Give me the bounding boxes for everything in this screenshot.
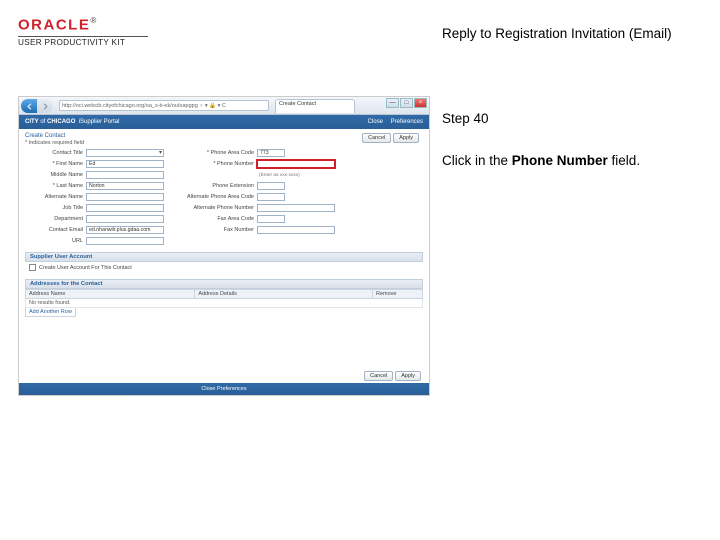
department-input[interactable] <box>86 215 164 223</box>
app-brand: CITY of CHICAGO iSupplier Portal <box>25 119 119 125</box>
lbl-fax: Fax Number <box>176 227 254 233</box>
back-button[interactable] <box>21 99 37 113</box>
brand-chicago: CHICAGO <box>47 119 75 125</box>
create-user-row: Create User Account For This Contact <box>25 262 423 273</box>
create-user-checkbox[interactable] <box>29 264 36 271</box>
lbl-email: Contact Email <box>25 227 83 233</box>
fax-area-input[interactable] <box>257 215 285 223</box>
lbl-alt-area: Alternate Phone Area Code <box>176 194 254 200</box>
lbl-url: URL <box>25 238 83 244</box>
link-close[interactable]: Close <box>368 119 383 125</box>
cancel-button[interactable]: Cancel <box>362 133 391 143</box>
middle-name-input[interactable] <box>86 171 164 179</box>
email-input[interactable]: ed.nhanwilr.plus.gdaa.com <box>86 226 164 234</box>
brand-of: of <box>40 119 45 125</box>
instr-post: field. <box>608 153 640 168</box>
oracle-logo: ORACLE® USER PRODUCTIVITY KIT <box>18 16 148 47</box>
browser-tab[interactable]: Create Contact <box>275 99 355 113</box>
address-bar[interactable]: http://oci.webcib.cityofchicago.org/oa_s… <box>59 100 269 111</box>
alt-name-input[interactable] <box>86 193 164 201</box>
lbl-fax-area: Fax Area Code <box>176 216 254 222</box>
logo-brand: ORACLE <box>18 16 90 33</box>
add-another-row[interactable]: Add Another Row <box>25 308 76 317</box>
job-title-input[interactable] <box>86 204 164 212</box>
lbl-job-title: Job Title <box>25 205 83 211</box>
form-col-left: Contact Title * First NameEd Middle Name… <box>25 148 164 246</box>
lbl-contact-title: Contact Title <box>25 150 83 156</box>
brand-city: CITY <box>25 119 39 125</box>
window-controls: — □ × <box>386 98 427 108</box>
area-code-input[interactable]: 773 <box>257 149 285 157</box>
footer-apply-button[interactable]: Apply <box>395 371 421 381</box>
link-preferences[interactable]: Preferences <box>391 119 423 125</box>
lbl-alt-phone: Alternate Phone Number <box>176 205 254 211</box>
fax-input[interactable] <box>257 226 335 234</box>
th-address-name: Address Name <box>26 290 195 299</box>
forward-button[interactable] <box>37 99 53 113</box>
th-address-details: Address Details <box>195 290 373 299</box>
lbl-ext: Phone Extension <box>176 183 254 189</box>
logo-divider <box>18 36 148 37</box>
url-input[interactable] <box>86 237 164 245</box>
create-user-label: Create User Account For This Contact <box>39 265 132 271</box>
top-buttons: Cancel Apply <box>362 133 419 143</box>
lbl-phone: * Phone Number <box>176 161 254 167</box>
alt-area-input[interactable] <box>257 193 285 201</box>
page-title: Reply to Registration Invitation (Email) <box>442 26 672 41</box>
lbl-area-code: * Phone Area Code <box>176 150 254 156</box>
form-col-right: * Phone Area Code773 * Phone Number (Ent… <box>176 148 335 246</box>
phone-hint: (Enter as xxx-xxxx) <box>259 173 300 178</box>
alt-phone-input[interactable] <box>257 204 335 212</box>
phone-number-input[interactable] <box>257 160 335 168</box>
maximize-button[interactable]: □ <box>400 98 413 108</box>
close-button[interactable]: × <box>414 98 427 108</box>
section-addresses: Addresses for the Contact <box>25 279 423 289</box>
instr-bold: Phone Number <box>512 153 608 168</box>
th-remove: Remove <box>373 290 423 299</box>
table-empty: No results found. <box>26 299 423 308</box>
app-header: CITY of CHICAGO iSupplier Portal Close P… <box>19 115 429 129</box>
minimize-button[interactable]: — <box>386 98 399 108</box>
portal-name: iSupplier Portal <box>79 119 120 125</box>
apply-button[interactable]: Apply <box>393 133 419 143</box>
last-name-input[interactable]: Norton <box>86 182 164 190</box>
step-label: Step 40 <box>442 111 489 126</box>
nav-arrows <box>21 99 53 113</box>
lbl-alt-name: Alternate Name <box>25 194 83 200</box>
instruction-text: Click in the Phone Number field. <box>442 153 640 168</box>
lbl-last-name: * Last Name <box>25 183 83 189</box>
footer-cancel-button[interactable]: Cancel <box>364 371 393 381</box>
contact-title-select[interactable] <box>86 149 164 157</box>
addresses-table: Address Name Address Details Remove No r… <box>25 289 423 308</box>
phone-ext-input[interactable] <box>257 182 285 190</box>
lbl-middle-name: Middle Name <box>25 172 83 178</box>
footer-links: Close Preferences <box>201 384 246 395</box>
page-content: Create Contact * Indicates required fiel… <box>19 129 429 317</box>
embedded-screenshot: http://oci.webcib.cityofchicago.org/oa_s… <box>18 96 430 396</box>
logo-registered: ® <box>90 16 96 25</box>
footer-buttons: Cancel Apply <box>364 371 421 381</box>
logo-subtitle: USER PRODUCTIVITY KIT <box>18 38 148 47</box>
section-user-account: Supplier User Account <box>25 252 423 262</box>
lbl-first-name: * First Name <box>25 161 83 167</box>
instr-pre: Click in the <box>442 153 512 168</box>
lbl-department: Department <box>25 216 83 222</box>
first-name-input[interactable]: Ed <box>86 160 164 168</box>
header-links: Close Preferences <box>362 119 423 125</box>
browser-chrome: http://oci.webcib.cityofchicago.org/oa_s… <box>19 97 429 115</box>
form-grid: Contact Title * First NameEd Middle Name… <box>25 148 423 246</box>
